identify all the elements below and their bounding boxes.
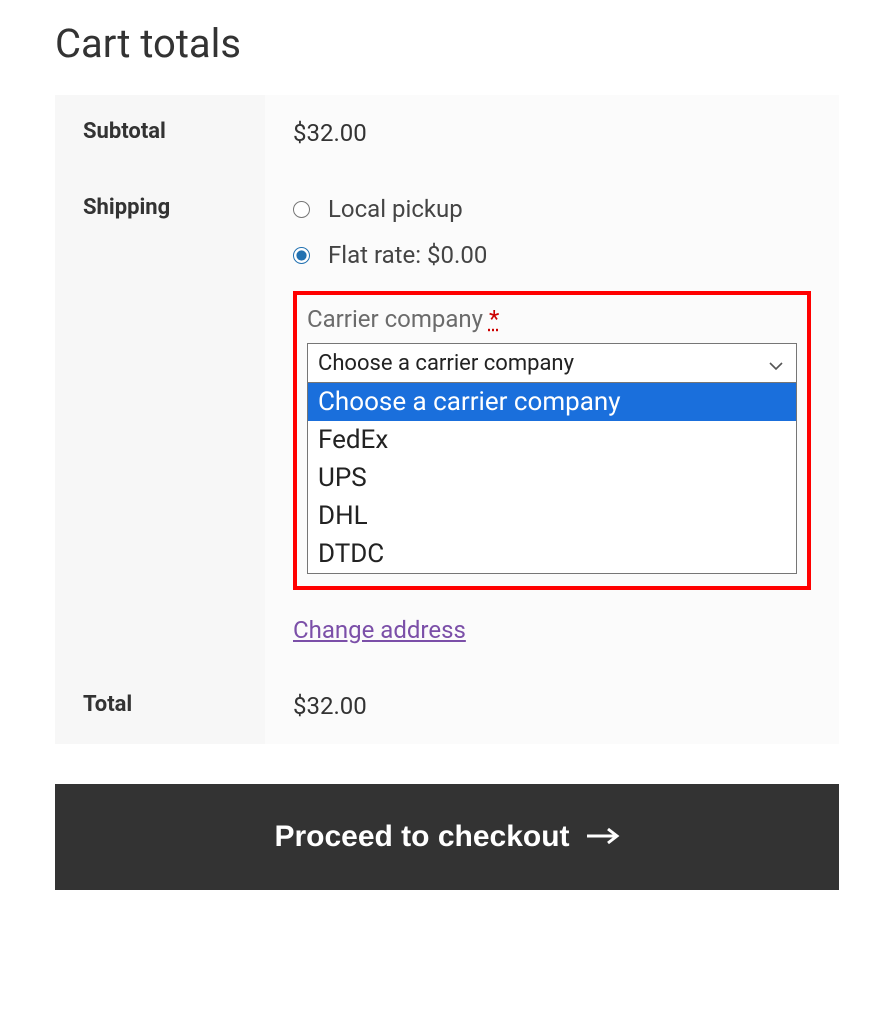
shipping-cell: Local pickup Flat rate: $0.00 Carrier co… xyxy=(265,171,839,668)
total-value: $32.00 xyxy=(265,668,839,744)
arrow-right-icon xyxy=(586,820,620,854)
cart-totals-table: Subtotal $32.00 Shipping Local pickup Fl… xyxy=(55,95,839,744)
table-row: Subtotal $32.00 xyxy=(55,95,839,171)
shipping-option-flat-rate[interactable]: Flat rate: $0.00 xyxy=(293,241,811,269)
carrier-option[interactable]: Choose a carrier company xyxy=(308,383,796,421)
carrier-option[interactable]: UPS xyxy=(308,459,796,497)
change-address-link[interactable]: Change address xyxy=(293,616,811,644)
carrier-option[interactable]: DHL xyxy=(308,497,796,535)
carrier-option[interactable]: FedEx xyxy=(308,421,796,459)
subtotal-value: $32.00 xyxy=(265,95,839,171)
flat-rate-label: Flat rate: $0.00 xyxy=(328,241,487,269)
carrier-company-section: Carrier company * Choose a carrier compa… xyxy=(293,291,811,590)
proceed-to-checkout-button[interactable]: Proceed to checkout xyxy=(55,784,839,890)
local-pickup-label: Local pickup xyxy=(328,195,463,223)
subtotal-label: Subtotal xyxy=(55,95,265,171)
carrier-dropdown-list: Choose a carrier company FedEx UPS DHL D… xyxy=(307,383,797,574)
table-row: Total $32.00 xyxy=(55,668,839,744)
chevron-down-icon xyxy=(768,355,784,371)
required-asterisk: * xyxy=(489,305,499,333)
radio-local-pickup[interactable] xyxy=(293,201,310,218)
carrier-select[interactable]: Choose a carrier company xyxy=(307,343,797,383)
shipping-label: Shipping xyxy=(55,171,265,668)
carrier-selected-value: Choose a carrier company xyxy=(318,351,574,376)
shipping-option-local-pickup[interactable]: Local pickup xyxy=(293,195,811,223)
radio-flat-rate[interactable] xyxy=(293,247,310,264)
carrier-company-label: Carrier company * xyxy=(307,305,797,333)
checkout-button-label: Proceed to checkout xyxy=(274,820,569,854)
page-title: Cart totals xyxy=(55,20,839,67)
carrier-label-text: Carrier company xyxy=(307,305,489,333)
carrier-option[interactable]: DTDC xyxy=(308,535,796,573)
table-row: Shipping Local pickup Flat rate: $0.00 C… xyxy=(55,171,839,668)
total-label: Total xyxy=(55,668,265,744)
